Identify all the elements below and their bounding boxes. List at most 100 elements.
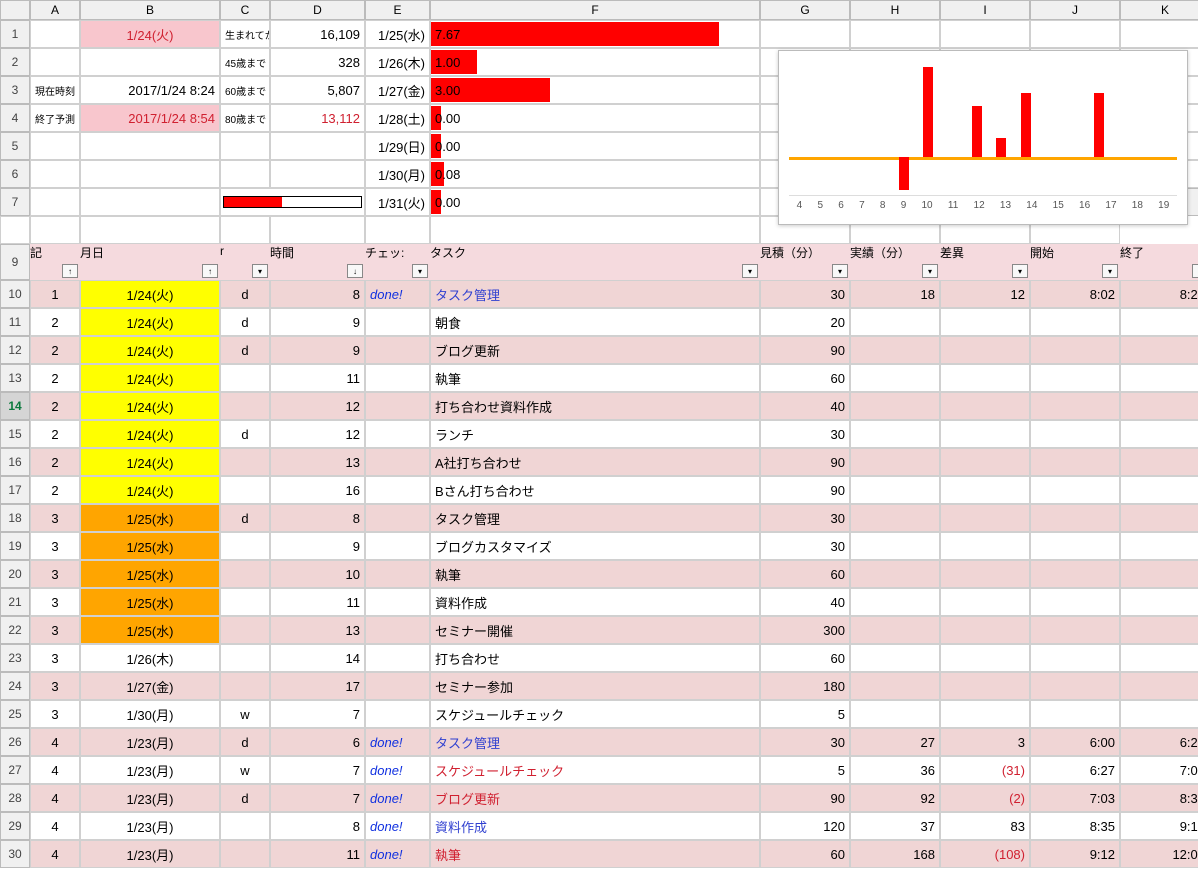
col-time[interactable]: 9	[270, 308, 365, 336]
col-date[interactable]: 1/25(水)	[80, 588, 220, 616]
filter-header-k[interactable]: 終了↑	[1120, 244, 1198, 280]
row-header[interactable]: 10	[0, 280, 30, 308]
col-task[interactable]: スケジュールチェック	[430, 700, 760, 728]
col-start[interactable]: 9:12	[1030, 840, 1120, 868]
col-end[interactable]: 6:27	[1120, 728, 1198, 756]
col-estimate[interactable]: 40	[760, 588, 850, 616]
filter-header-b[interactable]: 月日↑	[80, 244, 220, 280]
col-task[interactable]: A社打ち合わせ	[430, 448, 760, 476]
col-end[interactable]	[1120, 672, 1198, 700]
row-header[interactable]: 7	[0, 188, 30, 216]
col-date[interactable]: 1/24(火)	[80, 392, 220, 420]
col-time[interactable]: 11	[270, 588, 365, 616]
col-a[interactable]: 4	[30, 840, 80, 868]
col-diff[interactable]: (108)	[940, 840, 1030, 868]
col-c[interactable]	[220, 532, 270, 560]
col-estimate[interactable]: 30	[760, 280, 850, 308]
col-end[interactable]	[1120, 336, 1198, 364]
cell[interactable]: 現在時刻	[30, 76, 80, 104]
col-estimate[interactable]: 40	[760, 392, 850, 420]
col-check[interactable]: done!	[365, 728, 430, 756]
col-end[interactable]	[1120, 364, 1198, 392]
cell[interactable]: 1/28(土)	[365, 104, 430, 132]
col-actual[interactable]: 92	[850, 784, 940, 812]
col-diff[interactable]: (31)	[940, 756, 1030, 784]
col-check[interactable]	[365, 504, 430, 532]
col-time[interactable]: 14	[270, 644, 365, 672]
col-task[interactable]: 執筆	[430, 840, 760, 868]
col-date[interactable]: 1/25(水)	[80, 560, 220, 588]
col-date[interactable]: 1/24(火)	[80, 476, 220, 504]
col-check[interactable]	[365, 616, 430, 644]
col-check[interactable]	[365, 392, 430, 420]
col-check[interactable]	[365, 476, 430, 504]
cell[interactable]: 生まれてから	[220, 20, 270, 48]
col-date[interactable]: 1/24(火)	[80, 280, 220, 308]
col-actual[interactable]: 36	[850, 756, 940, 784]
cell[interactable]: 45歳まで	[220, 48, 270, 76]
col-diff[interactable]	[940, 560, 1030, 588]
filter-dropdown-icon[interactable]: ▾	[252, 264, 268, 278]
row-header[interactable]: 12	[0, 336, 30, 364]
col-actual[interactable]	[850, 364, 940, 392]
col-time[interactable]: 8	[270, 812, 365, 840]
col-c[interactable]	[220, 588, 270, 616]
col-estimate[interactable]: 90	[760, 476, 850, 504]
col-date[interactable]: 1/24(火)	[80, 308, 220, 336]
cell[interactable]: 1/27(金)	[365, 76, 430, 104]
col-check[interactable]	[365, 560, 430, 588]
col-actual[interactable]: 27	[850, 728, 940, 756]
col-task[interactable]: 打ち合わせ資料作成	[430, 392, 760, 420]
col-a[interactable]: 3	[30, 644, 80, 672]
col-end[interactable]	[1120, 308, 1198, 336]
end-time[interactable]: 2017/1/24 8:54	[80, 104, 220, 132]
col-start[interactable]	[1030, 392, 1120, 420]
col-actual[interactable]	[850, 476, 940, 504]
col-start[interactable]	[1030, 616, 1120, 644]
cell[interactable]	[80, 48, 220, 76]
col-a[interactable]: 2	[30, 308, 80, 336]
col-check[interactable]: done!	[365, 784, 430, 812]
col-header-D[interactable]: D	[270, 0, 365, 20]
col-header-G[interactable]: G	[760, 0, 850, 20]
cell[interactable]: 1/26(木)	[365, 48, 430, 76]
col-task[interactable]: タスク管理	[430, 504, 760, 532]
col-end[interactable]	[1120, 700, 1198, 728]
col-start[interactable]	[1030, 672, 1120, 700]
col-task[interactable]: 資料作成	[430, 588, 760, 616]
cell[interactable]: 1/31(火)	[365, 188, 430, 216]
col-a[interactable]: 3	[30, 532, 80, 560]
col-time[interactable]: 13	[270, 616, 365, 644]
col-end[interactable]	[1120, 420, 1198, 448]
col-estimate[interactable]: 60	[760, 364, 850, 392]
col-a[interactable]: 3	[30, 672, 80, 700]
col-header-A[interactable]: A	[30, 0, 80, 20]
col-start[interactable]	[1030, 308, 1120, 336]
col-diff[interactable]	[940, 476, 1030, 504]
col-time[interactable]: 7	[270, 784, 365, 812]
col-task[interactable]: ランチ	[430, 420, 760, 448]
col-actual[interactable]	[850, 616, 940, 644]
col-estimate[interactable]: 120	[760, 812, 850, 840]
cell[interactable]: 2017/1/24 8:24	[80, 76, 220, 104]
col-check[interactable]	[365, 532, 430, 560]
col-start[interactable]	[1030, 336, 1120, 364]
filter-header-h[interactable]: 実績（分）▾	[850, 244, 940, 280]
col-date[interactable]: 1/23(月)	[80, 728, 220, 756]
sort-icon[interactable]: ↑	[62, 264, 78, 278]
data-bar[interactable]: 7.67	[430, 20, 760, 48]
col-c[interactable]: d	[220, 420, 270, 448]
col-actual[interactable]	[850, 448, 940, 476]
row-header[interactable]: 27	[0, 756, 30, 784]
col-diff[interactable]	[940, 504, 1030, 532]
col-c[interactable]: w	[220, 756, 270, 784]
col-diff[interactable]	[940, 392, 1030, 420]
col-diff[interactable]	[940, 364, 1030, 392]
data-bar[interactable]: 3.00	[430, 76, 760, 104]
cell[interactable]	[30, 160, 80, 188]
col-check[interactable]	[365, 420, 430, 448]
col-a[interactable]: 4	[30, 756, 80, 784]
col-diff[interactable]: 83	[940, 812, 1030, 840]
col-task[interactable]: 執筆	[430, 560, 760, 588]
col-c[interactable]	[220, 392, 270, 420]
